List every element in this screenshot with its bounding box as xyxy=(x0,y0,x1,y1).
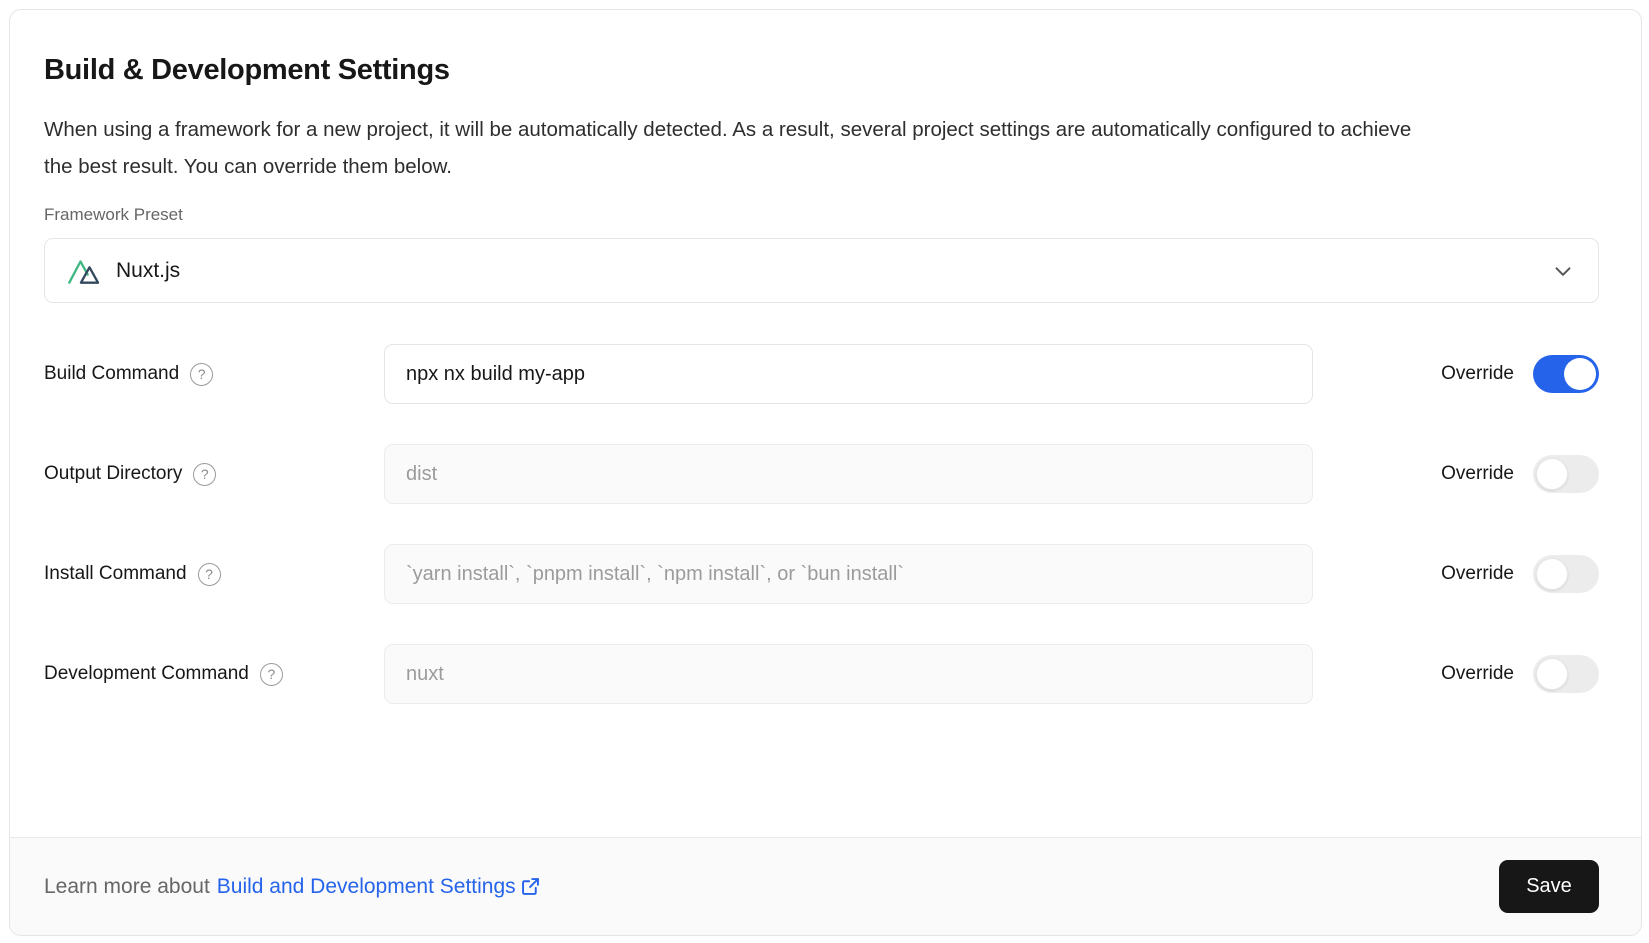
development-command-label-group: Development Command ? xyxy=(44,663,384,686)
override-label: Override xyxy=(1441,463,1514,485)
framework-preset-label: Framework Preset xyxy=(44,205,1599,225)
help-icon[interactable]: ? xyxy=(193,463,216,486)
build-command-input[interactable] xyxy=(384,344,1313,404)
install-command-override-toggle[interactable] xyxy=(1533,555,1599,593)
install-command-label-group: Install Command ? xyxy=(44,563,384,586)
output-directory-input xyxy=(384,444,1313,504)
override-label: Override xyxy=(1441,363,1514,385)
help-icon[interactable]: ? xyxy=(260,663,283,686)
override-label: Override xyxy=(1441,663,1514,685)
install-command-input xyxy=(384,544,1313,604)
learn-more-text: Learn more about Build and Development S… xyxy=(44,875,541,899)
install-command-label: Install Command xyxy=(44,563,187,585)
development-command-row: Development Command ? Override xyxy=(44,644,1599,704)
settings-rows: Build Command ? Override Output Director… xyxy=(44,344,1599,704)
output-directory-label-group: Output Directory ? xyxy=(44,463,384,486)
output-directory-row: Output Directory ? Override xyxy=(44,444,1599,504)
development-command-override-toggle[interactable] xyxy=(1533,655,1599,693)
override-label: Override xyxy=(1441,563,1514,585)
toggle-knob xyxy=(1564,358,1596,390)
build-command-row: Build Command ? Override xyxy=(44,344,1599,404)
output-directory-override: Override xyxy=(1313,455,1599,493)
install-command-override: Override xyxy=(1313,555,1599,593)
toggle-knob xyxy=(1536,558,1568,590)
card-body: Build & Development Settings When using … xyxy=(10,10,1641,837)
toggle-knob xyxy=(1536,458,1568,490)
nuxt-logo-icon xyxy=(67,255,103,286)
save-button[interactable]: Save xyxy=(1499,860,1599,913)
page-title: Build & Development Settings xyxy=(44,54,1599,87)
build-command-label-group: Build Command ? xyxy=(44,363,384,386)
build-settings-card: Build & Development Settings When using … xyxy=(9,9,1642,936)
learn-more-prefix: Learn more about xyxy=(44,875,210,899)
learn-more-link[interactable]: Build and Development Settings xyxy=(217,875,516,899)
chevron-down-icon xyxy=(1550,258,1576,284)
external-link-icon xyxy=(520,876,541,897)
build-command-override-toggle[interactable] xyxy=(1533,355,1599,393)
development-command-label: Development Command xyxy=(44,663,249,685)
development-command-input xyxy=(384,644,1313,704)
card-footer: Learn more about Build and Development S… xyxy=(10,837,1641,935)
help-icon[interactable]: ? xyxy=(198,563,221,586)
install-command-row: Install Command ? Override xyxy=(44,544,1599,604)
development-command-override: Override xyxy=(1313,655,1599,693)
help-icon[interactable]: ? xyxy=(190,363,213,386)
output-directory-override-toggle[interactable] xyxy=(1533,455,1599,493)
framework-preset-select[interactable]: Nuxt.js xyxy=(44,238,1599,303)
toggle-knob xyxy=(1536,658,1568,690)
output-directory-label: Output Directory xyxy=(44,463,182,485)
framework-preset-value: Nuxt.js xyxy=(116,259,180,283)
settings-description: When using a framework for a new project… xyxy=(44,111,1444,185)
build-command-override: Override xyxy=(1313,355,1599,393)
build-command-label: Build Command xyxy=(44,363,179,385)
